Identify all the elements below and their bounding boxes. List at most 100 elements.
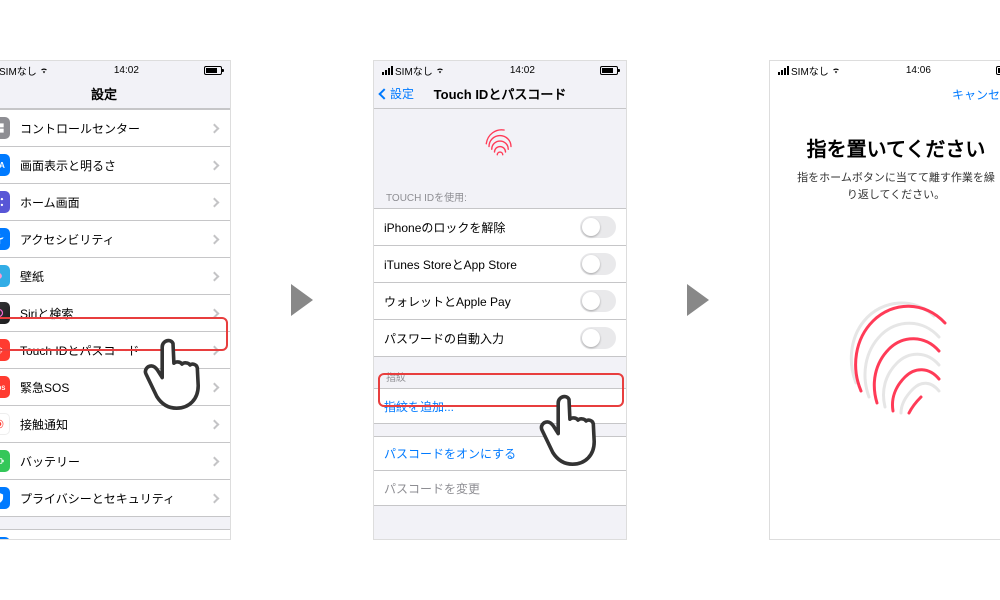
status-bar: SIMなし 14:02 bbox=[374, 61, 626, 79]
status-bar: SIMなし 14:06 bbox=[770, 61, 1000, 79]
chevron-right-icon bbox=[210, 382, 220, 392]
cancel-button[interactable]: キャンセル bbox=[952, 79, 1000, 109]
row-label: パスワードの自動入力 bbox=[384, 330, 570, 347]
enroll-content: 指を置いてください 指をホームボタンに当てて離す作業を繰り返してください。 bbox=[770, 133, 1000, 423]
row-itunes-store[interactable]: iTunes StoreとApp Store bbox=[374, 246, 626, 283]
touchid-content[interactable]: TOUCH IDを使用: iPhoneのロックを解除 iTunes Storeと… bbox=[374, 109, 626, 539]
wallpaper-icon bbox=[0, 265, 10, 287]
section-header: TOUCH IDを使用: bbox=[374, 177, 626, 208]
chevron-right-icon bbox=[210, 123, 220, 133]
row-label: 画面表示と明るさ bbox=[20, 157, 201, 174]
enroll-title: 指を置いてください bbox=[786, 133, 1000, 162]
fingerprint-hero-icon bbox=[374, 119, 626, 163]
chevron-right-icon bbox=[210, 493, 220, 503]
screen-settings: SIMなし 14:02 設定 コントロールセンター AA 画面表示と明るさ bbox=[0, 60, 231, 540]
chevron-right-icon bbox=[210, 456, 220, 466]
row-label: プライバシーとセキュリティ bbox=[20, 490, 201, 507]
row-label: パスコードをオンにする bbox=[384, 445, 616, 462]
carrier-label: SIMなし bbox=[791, 63, 829, 78]
toggle-switch[interactable] bbox=[580, 327, 616, 349]
back-label: 設定 bbox=[390, 85, 414, 102]
page-title: Touch IDとパスコード bbox=[434, 84, 567, 103]
toggle-switch[interactable] bbox=[580, 253, 616, 275]
row-wallpaper[interactable]: 壁紙 bbox=[0, 258, 230, 295]
page-title: 設定 bbox=[91, 84, 117, 103]
row-unlock-iphone[interactable]: iPhoneのロックを解除 bbox=[374, 209, 626, 246]
chevron-right-icon bbox=[210, 197, 220, 207]
row-label: パスコードを変更 bbox=[384, 480, 616, 497]
row-label: ウォレットとApple Pay bbox=[384, 293, 570, 310]
row-label: iPhoneのロックを解除 bbox=[384, 219, 570, 236]
battery-settings-icon bbox=[0, 450, 10, 472]
row-label: Touch IDとパスコード bbox=[20, 342, 201, 359]
navbar: キャンセル bbox=[770, 79, 1000, 109]
row-battery[interactable]: バッテリー bbox=[0, 443, 230, 480]
row-label: 緊急SOS bbox=[20, 379, 201, 396]
signal-icon bbox=[778, 66, 789, 75]
screen-place-finger: SIMなし 14:06 キャンセル 指を置いてください 指をホームボタンに当てて… bbox=[769, 60, 1000, 540]
row-label: 壁紙 bbox=[20, 268, 201, 285]
row-label: Siriと検索 bbox=[20, 305, 201, 322]
row-privacy[interactable]: プライバシーとセキュリティ bbox=[0, 480, 230, 516]
siri-icon bbox=[0, 302, 10, 324]
screen-touchid-settings: SIMなし 14:02 設定 Touch IDとパスコード TOUCH IDを bbox=[373, 60, 627, 540]
row-label: アクセシビリティ bbox=[20, 231, 201, 248]
signal-icon bbox=[382, 66, 393, 75]
back-button[interactable]: 設定 bbox=[380, 79, 414, 108]
exposure-icon bbox=[0, 413, 10, 435]
chevron-right-icon bbox=[210, 308, 220, 318]
navbar: 設定 bbox=[0, 79, 230, 109]
app-store-icon bbox=[0, 537, 10, 539]
chevron-left-icon bbox=[378, 88, 389, 99]
chevron-right-icon bbox=[210, 419, 220, 429]
svg-text:AA: AA bbox=[0, 161, 5, 170]
navbar: 設定 Touch IDとパスコード bbox=[374, 79, 626, 109]
sos-icon: SOS bbox=[0, 376, 10, 398]
enroll-subtitle: 指をホームボタンに当てて離す作業を繰り返してください。 bbox=[794, 170, 998, 203]
battery-icon bbox=[996, 66, 1000, 75]
chevron-right-icon bbox=[210, 234, 220, 244]
row-add-fingerprint[interactable]: 指紋を追加... bbox=[374, 389, 626, 423]
row-siri[interactable]: Siriと検索 bbox=[0, 295, 230, 332]
control-center-icon bbox=[0, 117, 10, 139]
clock: 14:06 bbox=[906, 65, 931, 76]
row-label: iTunes StoreとApp Store bbox=[384, 256, 570, 273]
battery-icon bbox=[600, 66, 618, 75]
privacy-icon bbox=[0, 487, 10, 509]
row-turn-passcode-on[interactable]: パスコードをオンにする bbox=[374, 437, 626, 471]
row-touch-id[interactable]: Touch IDとパスコード bbox=[0, 332, 230, 369]
settings-list[interactable]: コントロールセンター AA 画面表示と明るさ ホーム画面 bbox=[0, 109, 230, 539]
row-label: バッテリー bbox=[20, 453, 201, 470]
row-label: 接触通知 bbox=[20, 416, 201, 433]
section-header: 指紋 bbox=[374, 357, 626, 388]
wifi-icon bbox=[39, 65, 49, 75]
battery-icon bbox=[204, 66, 222, 75]
clock: 14:02 bbox=[114, 65, 139, 76]
row-exposure[interactable]: 接触通知 bbox=[0, 406, 230, 443]
row-control-center[interactable]: コントロールセンター bbox=[0, 110, 230, 147]
touch-id-icon bbox=[0, 339, 10, 361]
step-arrow-icon bbox=[687, 284, 709, 316]
wifi-icon bbox=[831, 65, 841, 75]
accessibility-icon bbox=[0, 228, 10, 250]
svg-text:SOS: SOS bbox=[0, 386, 5, 392]
row-wallet-applepay[interactable]: ウォレットとApple Pay bbox=[374, 283, 626, 320]
display-icon: AA bbox=[0, 154, 10, 176]
chevron-right-icon bbox=[210, 271, 220, 281]
carrier-label: SIMなし bbox=[395, 63, 433, 78]
fingerprint-large-icon bbox=[770, 263, 1000, 423]
step-arrow-icon bbox=[291, 284, 313, 316]
row-display[interactable]: AA 画面表示と明るさ bbox=[0, 147, 230, 184]
row-sos[interactable]: SOS 緊急SOS bbox=[0, 369, 230, 406]
toggle-switch[interactable] bbox=[580, 216, 616, 238]
row-password-autofill[interactable]: パスワードの自動入力 bbox=[374, 320, 626, 356]
clock: 14:02 bbox=[510, 65, 535, 76]
row-label: コントロールセンター bbox=[20, 120, 201, 137]
home-screen-icon bbox=[0, 191, 10, 213]
row-change-passcode: パスコードを変更 bbox=[374, 471, 626, 505]
toggle-switch[interactable] bbox=[580, 290, 616, 312]
row-accessibility[interactable]: アクセシビリティ bbox=[0, 221, 230, 258]
row-label: ホーム画面 bbox=[20, 194, 201, 211]
row-home-screen[interactable]: ホーム画面 bbox=[0, 184, 230, 221]
row-app-store[interactable]: App Store bbox=[0, 530, 230, 539]
